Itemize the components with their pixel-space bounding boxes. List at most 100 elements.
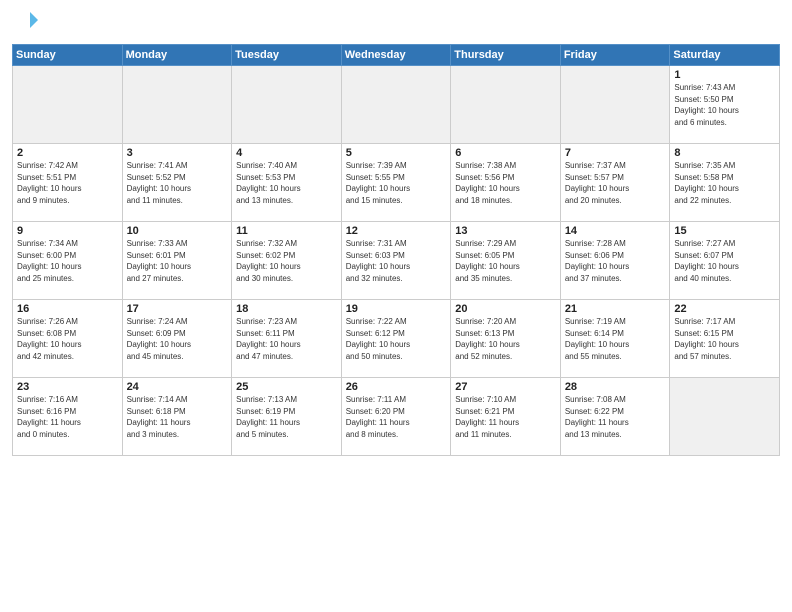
day-info: Sunrise: 7:40 AM Sunset: 5:53 PM Dayligh… — [236, 160, 337, 206]
week-row-1: 2Sunrise: 7:42 AM Sunset: 5:51 PM Daylig… — [13, 144, 780, 222]
weekday-wednesday: Wednesday — [341, 45, 451, 66]
logo — [12, 10, 44, 38]
day-number: 19 — [346, 303, 447, 315]
calendar-cell: 24Sunrise: 7:14 AM Sunset: 6:18 PM Dayli… — [122, 378, 232, 456]
calendar-cell: 15Sunrise: 7:27 AM Sunset: 6:07 PM Dayli… — [670, 222, 780, 300]
day-info: Sunrise: 7:10 AM Sunset: 6:21 PM Dayligh… — [455, 394, 556, 440]
calendar-cell: 25Sunrise: 7:13 AM Sunset: 6:19 PM Dayli… — [232, 378, 342, 456]
calendar-cell: 18Sunrise: 7:23 AM Sunset: 6:11 PM Dayli… — [232, 300, 342, 378]
day-number: 23 — [17, 381, 118, 393]
day-info: Sunrise: 7:38 AM Sunset: 5:56 PM Dayligh… — [455, 160, 556, 206]
day-info: Sunrise: 7:08 AM Sunset: 6:22 PM Dayligh… — [565, 394, 666, 440]
day-number: 5 — [346, 147, 447, 159]
calendar-cell: 2Sunrise: 7:42 AM Sunset: 5:51 PM Daylig… — [13, 144, 123, 222]
calendar-cell: 27Sunrise: 7:10 AM Sunset: 6:21 PM Dayli… — [451, 378, 561, 456]
calendar-cell: 19Sunrise: 7:22 AM Sunset: 6:12 PM Dayli… — [341, 300, 451, 378]
day-number: 4 — [236, 147, 337, 159]
calendar-cell: 7Sunrise: 7:37 AM Sunset: 5:57 PM Daylig… — [560, 144, 670, 222]
day-number: 14 — [565, 225, 666, 237]
day-info: Sunrise: 7:17 AM Sunset: 6:15 PM Dayligh… — [674, 316, 775, 362]
day-number: 1 — [674, 69, 775, 81]
day-number: 17 — [127, 303, 228, 315]
calendar-cell — [13, 66, 123, 144]
calendar-cell: 13Sunrise: 7:29 AM Sunset: 6:05 PM Dayli… — [451, 222, 561, 300]
day-info: Sunrise: 7:27 AM Sunset: 6:07 PM Dayligh… — [674, 238, 775, 284]
day-number: 21 — [565, 303, 666, 315]
calendar-cell: 8Sunrise: 7:35 AM Sunset: 5:58 PM Daylig… — [670, 144, 780, 222]
day-number: 20 — [455, 303, 556, 315]
day-info: Sunrise: 7:11 AM Sunset: 6:20 PM Dayligh… — [346, 394, 447, 440]
calendar-cell — [232, 66, 342, 144]
day-info: Sunrise: 7:19 AM Sunset: 6:14 PM Dayligh… — [565, 316, 666, 362]
day-info: Sunrise: 7:37 AM Sunset: 5:57 PM Dayligh… — [565, 160, 666, 206]
week-row-0: 1Sunrise: 7:43 AM Sunset: 5:50 PM Daylig… — [13, 66, 780, 144]
day-info: Sunrise: 7:23 AM Sunset: 6:11 PM Dayligh… — [236, 316, 337, 362]
day-number: 22 — [674, 303, 775, 315]
day-info: Sunrise: 7:41 AM Sunset: 5:52 PM Dayligh… — [127, 160, 228, 206]
day-info: Sunrise: 7:31 AM Sunset: 6:03 PM Dayligh… — [346, 238, 447, 284]
calendar-cell: 6Sunrise: 7:38 AM Sunset: 5:56 PM Daylig… — [451, 144, 561, 222]
day-info: Sunrise: 7:43 AM Sunset: 5:50 PM Dayligh… — [674, 82, 775, 128]
day-number: 2 — [17, 147, 118, 159]
calendar-cell — [122, 66, 232, 144]
calendar-cell: 23Sunrise: 7:16 AM Sunset: 6:16 PM Dayli… — [13, 378, 123, 456]
day-info: Sunrise: 7:29 AM Sunset: 6:05 PM Dayligh… — [455, 238, 556, 284]
weekday-tuesday: Tuesday — [232, 45, 342, 66]
weekday-saturday: Saturday — [670, 45, 780, 66]
week-row-3: 16Sunrise: 7:26 AM Sunset: 6:08 PM Dayli… — [13, 300, 780, 378]
calendar-table: SundayMondayTuesdayWednesdayThursdayFrid… — [12, 44, 780, 456]
day-info: Sunrise: 7:42 AM Sunset: 5:51 PM Dayligh… — [17, 160, 118, 206]
calendar-cell: 17Sunrise: 7:24 AM Sunset: 6:09 PM Dayli… — [122, 300, 232, 378]
day-number: 24 — [127, 381, 228, 393]
day-info: Sunrise: 7:33 AM Sunset: 6:01 PM Dayligh… — [127, 238, 228, 284]
weekday-header-row: SundayMondayTuesdayWednesdayThursdayFrid… — [13, 45, 780, 66]
day-info: Sunrise: 7:28 AM Sunset: 6:06 PM Dayligh… — [565, 238, 666, 284]
weekday-thursday: Thursday — [451, 45, 561, 66]
calendar-cell: 16Sunrise: 7:26 AM Sunset: 6:08 PM Dayli… — [13, 300, 123, 378]
day-info: Sunrise: 7:34 AM Sunset: 6:00 PM Dayligh… — [17, 238, 118, 284]
calendar-cell — [341, 66, 451, 144]
calendar-cell: 10Sunrise: 7:33 AM Sunset: 6:01 PM Dayli… — [122, 222, 232, 300]
weekday-monday: Monday — [122, 45, 232, 66]
day-info: Sunrise: 7:13 AM Sunset: 6:19 PM Dayligh… — [236, 394, 337, 440]
week-row-4: 23Sunrise: 7:16 AM Sunset: 6:16 PM Dayli… — [13, 378, 780, 456]
day-info: Sunrise: 7:14 AM Sunset: 6:18 PM Dayligh… — [127, 394, 228, 440]
calendar-cell: 20Sunrise: 7:20 AM Sunset: 6:13 PM Dayli… — [451, 300, 561, 378]
calendar-cell: 4Sunrise: 7:40 AM Sunset: 5:53 PM Daylig… — [232, 144, 342, 222]
day-number: 13 — [455, 225, 556, 237]
day-info: Sunrise: 7:35 AM Sunset: 5:58 PM Dayligh… — [674, 160, 775, 206]
day-info: Sunrise: 7:16 AM Sunset: 6:16 PM Dayligh… — [17, 394, 118, 440]
day-number: 16 — [17, 303, 118, 315]
calendar-cell: 9Sunrise: 7:34 AM Sunset: 6:00 PM Daylig… — [13, 222, 123, 300]
calendar-cell: 12Sunrise: 7:31 AM Sunset: 6:03 PM Dayli… — [341, 222, 451, 300]
day-number: 18 — [236, 303, 337, 315]
calendar-cell: 14Sunrise: 7:28 AM Sunset: 6:06 PM Dayli… — [560, 222, 670, 300]
calendar-cell: 28Sunrise: 7:08 AM Sunset: 6:22 PM Dayli… — [560, 378, 670, 456]
day-number: 9 — [17, 225, 118, 237]
calendar-cell: 26Sunrise: 7:11 AM Sunset: 6:20 PM Dayli… — [341, 378, 451, 456]
day-info: Sunrise: 7:24 AM Sunset: 6:09 PM Dayligh… — [127, 316, 228, 362]
day-number: 11 — [236, 225, 337, 237]
calendar-cell — [451, 66, 561, 144]
day-number: 27 — [455, 381, 556, 393]
day-info: Sunrise: 7:26 AM Sunset: 6:08 PM Dayligh… — [17, 316, 118, 362]
day-number: 7 — [565, 147, 666, 159]
calendar-cell: 3Sunrise: 7:41 AM Sunset: 5:52 PM Daylig… — [122, 144, 232, 222]
day-number: 25 — [236, 381, 337, 393]
calendar-cell: 11Sunrise: 7:32 AM Sunset: 6:02 PM Dayli… — [232, 222, 342, 300]
day-number: 10 — [127, 225, 228, 237]
logo-icon — [12, 10, 40, 38]
header — [12, 10, 780, 38]
day-number: 12 — [346, 225, 447, 237]
calendar-cell — [670, 378, 780, 456]
calendar-cell: 22Sunrise: 7:17 AM Sunset: 6:15 PM Dayli… — [670, 300, 780, 378]
day-number: 28 — [565, 381, 666, 393]
weekday-sunday: Sunday — [13, 45, 123, 66]
calendar-cell: 21Sunrise: 7:19 AM Sunset: 6:14 PM Dayli… — [560, 300, 670, 378]
calendar-cell: 5Sunrise: 7:39 AM Sunset: 5:55 PM Daylig… — [341, 144, 451, 222]
day-info: Sunrise: 7:39 AM Sunset: 5:55 PM Dayligh… — [346, 160, 447, 206]
page: SundayMondayTuesdayWednesdayThursdayFrid… — [0, 0, 792, 612]
day-info: Sunrise: 7:20 AM Sunset: 6:13 PM Dayligh… — [455, 316, 556, 362]
calendar-cell — [560, 66, 670, 144]
day-number: 6 — [455, 147, 556, 159]
